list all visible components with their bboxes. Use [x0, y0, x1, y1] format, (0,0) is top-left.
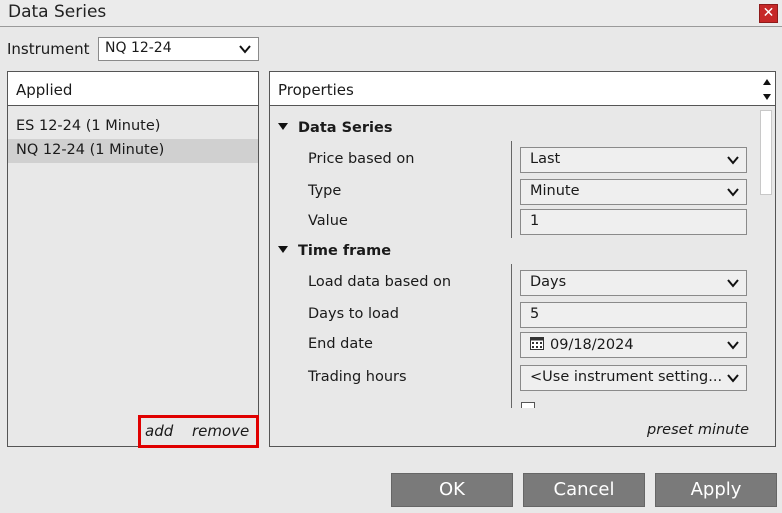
price-based-on-select[interactable]: Last — [520, 147, 747, 173]
properties-title: Properties — [278, 81, 354, 99]
ok-button[interactable]: OK — [391, 473, 513, 507]
instrument-select[interactable]: NQ 12-24 — [98, 37, 259, 61]
chevron-down-icon — [727, 156, 739, 165]
applied-item[interactable]: ES 12-24 (1 Minute) — [8, 115, 258, 139]
scroll-up-icon[interactable] — [762, 77, 772, 87]
chevron-down-icon — [727, 279, 739, 288]
add-remove-highlight: add remove — [138, 415, 259, 448]
close-button[interactable]: ✕ — [759, 4, 778, 23]
category-time-frame[interactable]: Time frame — [278, 243, 391, 259]
vertical-scrollbar-thumb[interactable] — [760, 110, 772, 195]
prop-value: 1 — [530, 213, 540, 229]
apply-button[interactable]: Apply — [655, 473, 777, 507]
properties-header: Properties — [270, 72, 775, 106]
applied-header: Applied — [8, 72, 258, 106]
collapse-triangle-icon — [278, 246, 288, 253]
type-select[interactable]: Minute — [520, 179, 747, 205]
end-date-picker[interactable]: 09/18/2024 — [520, 332, 747, 358]
applied-item-label: ES 12-24 (1 Minute) — [16, 118, 161, 134]
instrument-label: Instrument — [7, 40, 90, 58]
prop-label-end-date: End date — [308, 336, 373, 352]
prop-value: <Use instrument setting... — [530, 369, 723, 385]
applied-panel: Applied ES 12-24 (1 Minute) NQ 12-24 (1 … — [7, 71, 259, 447]
prop-value: 5 — [530, 306, 540, 322]
category-data-series[interactable]: Data Series — [278, 120, 392, 136]
cancel-button[interactable]: Cancel — [523, 473, 645, 507]
chevron-down-icon — [727, 374, 739, 383]
column-divider[interactable] — [511, 141, 512, 238]
prop-label-type: Type — [308, 183, 342, 199]
applied-item-selected[interactable]: NQ 12-24 (1 Minute) — [8, 139, 258, 163]
scroll-down-icon[interactable] — [762, 92, 772, 102]
prop-value: Minute — [530, 183, 580, 199]
column-divider[interactable] — [511, 264, 512, 408]
trading-hours-select[interactable]: <Use instrument setting... — [520, 365, 747, 391]
prop-label-value: Value — [308, 213, 348, 229]
prop-value: Last — [530, 151, 561, 167]
property-grid: Data Series Price based on Last Type Min… — [270, 106, 758, 408]
calendar-icon — [530, 337, 544, 350]
prop-value: Days — [530, 274, 567, 290]
applied-item-label: NQ 12-24 (1 Minute) — [16, 142, 165, 158]
add-link[interactable]: add — [145, 422, 173, 440]
remove-link[interactable]: remove — [192, 422, 249, 440]
category-label: Data Series — [298, 120, 393, 136]
window-title: Data Series — [8, 2, 107, 22]
category-label: Time frame — [298, 243, 392, 259]
prop-label-price-based-on: Price based on — [308, 151, 415, 167]
close-icon: ✕ — [762, 5, 775, 21]
instrument-value: NQ 12-24 — [105, 40, 172, 56]
days-to-load-input[interactable]: 5 — [520, 302, 747, 328]
properties-panel: Properties Data Series Price based on La… — [269, 71, 776, 447]
preset-link[interactable]: preset minute — [647, 422, 749, 438]
prop-value: 09/18/2024 — [550, 337, 634, 353]
title-bar: Data Series ✕ — [0, 0, 782, 27]
chevron-down-icon — [727, 188, 739, 197]
load-data-based-on-select[interactable]: Days — [520, 270, 747, 296]
prop-label-load-data-based-on: Load data based on — [308, 274, 452, 290]
prop-label-days-to-load: Days to load — [308, 306, 399, 322]
collapse-triangle-icon — [278, 123, 288, 130]
chevron-down-icon — [727, 341, 739, 350]
chevron-down-icon — [239, 45, 251, 54]
prop-label-trading-hours: Trading hours — [308, 369, 407, 385]
partial-checkbox[interactable] — [521, 402, 535, 408]
value-input[interactable]: 1 — [520, 209, 747, 235]
